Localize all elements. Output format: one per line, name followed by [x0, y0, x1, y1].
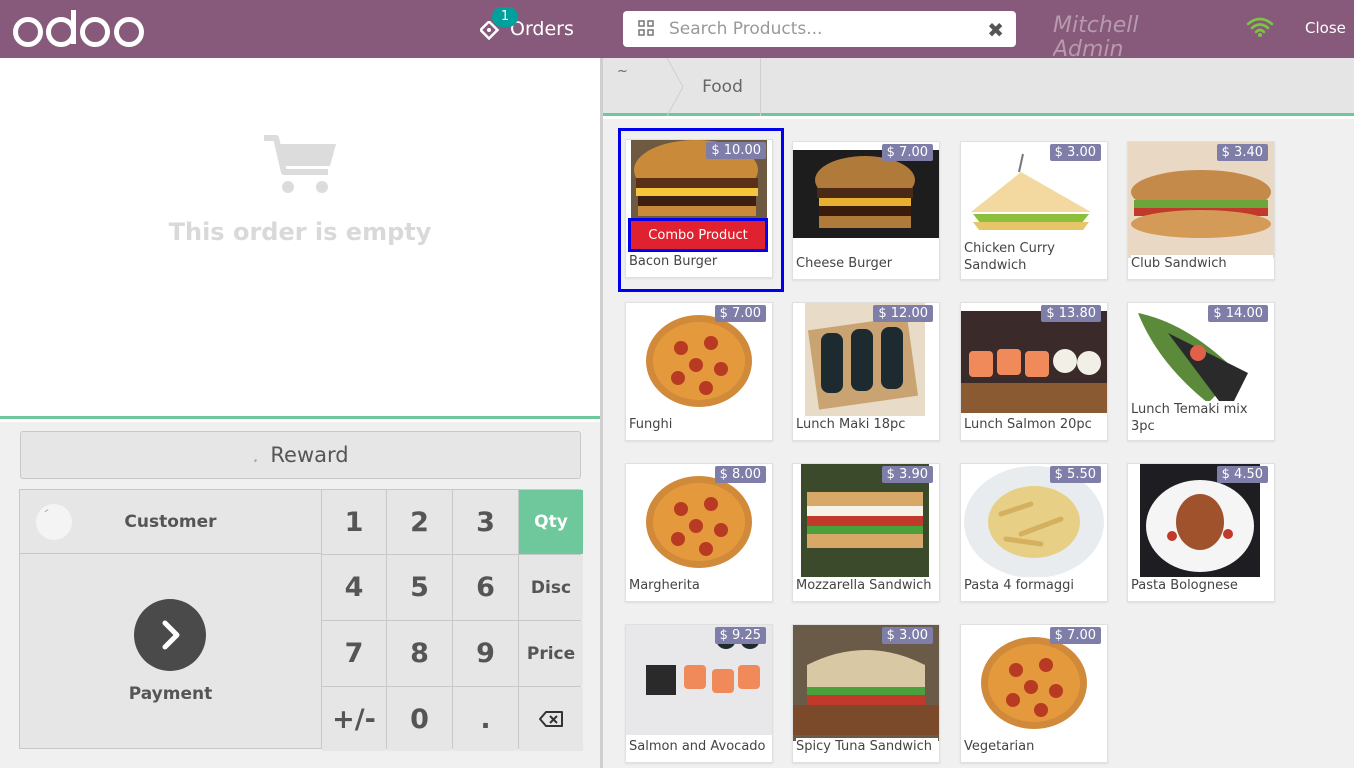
product-card[interactable]: $ 3.00 Chicken Curry Sandwich [960, 141, 1108, 280]
numpad-key-4[interactable]: 4 [322, 555, 386, 620]
customer-button[interactable]: Customer [20, 490, 321, 554]
product-name: Chicken Curry Sandwich [964, 240, 1106, 274]
search-bar: ✖ [623, 11, 1016, 47]
product-name: Vegetarian [964, 738, 1106, 755]
product-price: $ 4.50 [1216, 466, 1268, 483]
payment-label: Payment [128, 684, 213, 704]
combo-product-tag: Combo Product [628, 218, 768, 252]
product-name: Pasta Bolognese [1131, 577, 1273, 594]
product-price: $ 3.40 [1216, 144, 1268, 161]
home-icon: ~ [617, 64, 628, 79]
product-price: $ 3.00 [881, 627, 933, 644]
product-name: Lunch Temaki mix 3pc [1131, 401, 1273, 435]
product-price: $ 3.00 [1049, 144, 1101, 161]
plus-minus-button[interactable]: +/- [322, 687, 386, 751]
product-card[interactable]: $ 3.90 Mozzarella Sandwich [792, 463, 940, 602]
top-bar: 1 Orders ✖ Mitchell Admin Close [0, 0, 1354, 58]
shopping-cart-icon [262, 132, 338, 200]
numpad-key-8[interactable]: 8 [387, 621, 452, 686]
product-price: $ 14.00 [1208, 305, 1268, 322]
category-breadcrumb: ~ Food [603, 58, 1354, 116]
product-price: $ 5.50 [1049, 466, 1101, 483]
product-price: $ 10.00 [706, 142, 766, 159]
product-price: $ 7.00 [1049, 627, 1101, 644]
product-card[interactable]: $ 5.50 Pasta 4 formaggi [960, 463, 1108, 602]
product-price: $ 8.00 [714, 466, 766, 483]
qty-mode-button[interactable]: Qty [519, 490, 583, 554]
product-name: Lunch Maki 18pc [796, 416, 938, 433]
product-card[interactable]: $ 7.00 Cheese Burger [792, 141, 940, 280]
backspace-button[interactable] [519, 687, 583, 751]
close-button[interactable]: Close [1305, 19, 1346, 37]
backspace-icon [538, 704, 564, 735]
product-name: Bacon Burger [629, 253, 771, 270]
orders-count-badge: 1 [492, 7, 518, 27]
product-price: $ 12.00 [873, 305, 933, 322]
numpad-key-1[interactable]: 1 [322, 490, 386, 554]
product-card[interactable]: $ 7.00 Vegetarian [960, 624, 1108, 763]
product-card[interactable]: $ 13.80 Lunch Salmon 20pc [960, 302, 1108, 441]
numpad-key-3[interactable]: 3 [453, 490, 518, 554]
product-card[interactable]: $ 12.00 Lunch Maki 18pc [792, 302, 940, 441]
search-input[interactable] [669, 19, 969, 39]
control-panel: ¸ Reward Customer Payment 1 2 3 Qty 4 5 … [0, 422, 600, 768]
reward-button[interactable]: ¸ Reward [20, 431, 581, 479]
numpad-key-0[interactable]: 0 [387, 687, 452, 751]
product-name: Cheese Burger [796, 255, 938, 272]
product-card[interactable]: $ 9.25 Salmon and Avocado [625, 624, 773, 763]
product-price: $ 7.00 [881, 144, 933, 161]
reward-icon: ¸ [252, 448, 259, 462]
numpad-key-9[interactable]: 9 [453, 621, 518, 686]
product-card[interactable]: $ 3.40 Club Sandwich [1127, 141, 1275, 280]
numpad-key-5[interactable]: 5 [387, 555, 452, 620]
product-name: Mozzarella Sandwich [796, 577, 938, 594]
product-price: $ 7.00 [714, 305, 766, 322]
product-name: Pasta 4 formaggi [964, 577, 1106, 594]
product-grid: $ 10.00 Combo Product Bacon Burger $ 7.0… [603, 119, 1354, 768]
numpad: 1 2 3 Qty 4 5 6 Disc 7 8 9 Price +/- 0 . [321, 489, 583, 751]
product-price: $ 9.25 [714, 627, 766, 644]
product-name: Club Sandwich [1131, 255, 1273, 272]
numpad-key-7[interactable]: 7 [322, 621, 386, 686]
product-card[interactable]: $ 3.00 Spicy Tuna Sandwich [792, 624, 940, 763]
clear-search-icon[interactable]: ✖ [987, 18, 1004, 42]
products-pane: ~ Food $ 10.00 Combo Product Bacon Burge… [603, 58, 1354, 768]
product-name: Lunch Salmon 20pc [964, 416, 1106, 433]
product-price: $ 3.90 [881, 466, 933, 483]
price-mode-button[interactable]: Price [519, 621, 583, 686]
order-pane: This order is empty ¸ Reward Customer Pa… [0, 58, 600, 768]
customer-label: Customer [124, 511, 217, 532]
reward-label: Reward [270, 443, 349, 467]
product-price: $ 13.80 [1041, 305, 1101, 322]
orders-label: Orders [510, 18, 574, 40]
product-name: Spicy Tuna Sandwich [796, 738, 938, 755]
product-name: Funghi [629, 416, 771, 433]
decimal-button[interactable]: . [453, 687, 518, 751]
product-card[interactable]: $ 10.00 Combo Product Bacon Burger [625, 139, 773, 278]
wifi-icon [1246, 16, 1274, 42]
breadcrumb-separator [666, 58, 684, 116]
breadcrumb-food[interactable]: Food [685, 58, 761, 116]
odoo-logo [12, 8, 146, 54]
barcode-icon [637, 19, 657, 39]
empty-order-message: This order is empty [168, 218, 432, 246]
action-pad: Customer Payment [19, 489, 322, 749]
order-container: This order is empty [0, 58, 600, 419]
cashier-name[interactable]: Mitchell Admin [1053, 14, 1193, 58]
product-card[interactable]: $ 4.50 Pasta Bolognese [1127, 463, 1275, 602]
product-card[interactable]: $ 7.00 Funghi [625, 302, 773, 441]
ticket-icon: 1 [478, 7, 518, 43]
product-name: Salmon and Avocado [629, 738, 771, 755]
payment-button[interactable]: Payment [20, 554, 321, 748]
payment-arrow-icon [134, 599, 206, 671]
product-card[interactable]: $ 8.00 Margherita [625, 463, 773, 602]
product-name: Margherita [629, 577, 771, 594]
numpad-key-2[interactable]: 2 [387, 490, 452, 554]
numpad-key-6[interactable]: 6 [453, 555, 518, 620]
disc-mode-button[interactable]: Disc [519, 555, 583, 620]
product-card[interactable]: $ 14.00 Lunch Temaki mix 3pc [1127, 302, 1275, 441]
orders-button[interactable]: 1 Orders [478, 7, 574, 46]
